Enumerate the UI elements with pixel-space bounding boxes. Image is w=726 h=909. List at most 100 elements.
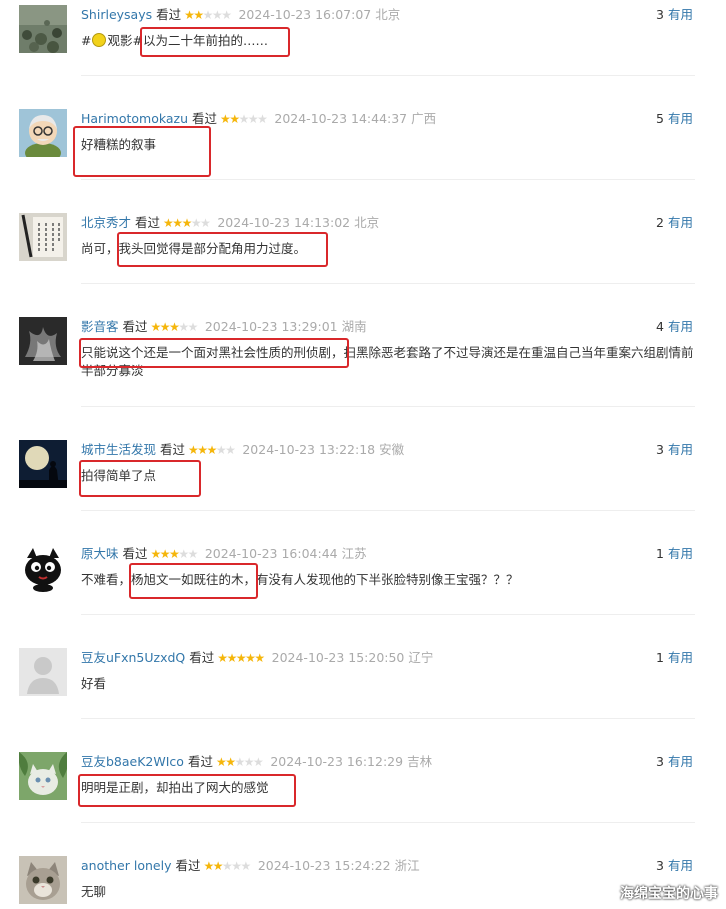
avatar[interactable] [19,544,67,592]
rating-stars: ★ ★ ★ ★ ★ [217,649,265,667]
useful-vote-button[interactable]: 3 有用 [656,753,693,771]
star-empty-icon: ★ [231,859,242,873]
username-link[interactable]: 豆友b8aeK2WIco [81,753,184,771]
star-filled-icon: ★ [197,443,208,457]
smoke-art-icon [19,317,67,365]
comment-meta: 影音客 看过 ★ ★ ★ ★ ★ 2024-10-23 13:29:01 湖南 [81,318,367,336]
comment-time: 2024-10-23 14:13:02 [217,215,351,230]
vote-count: 1 [656,546,664,561]
star-empty-icon: ★ [240,859,252,873]
star-filled-icon: ★ [159,320,171,334]
content-prefix: # [81,33,92,48]
useful-label: 有用 [667,546,693,561]
watch-status: 看过 [189,650,215,665]
vote-count: 3 [656,7,664,22]
star-filled-icon: ★ [254,651,265,665]
highlight-box [73,126,211,177]
comment-location: 安徽 [379,442,405,457]
vote-count: 4 [656,319,664,334]
avatar[interactable] [19,856,67,904]
avatar[interactable] [19,213,67,261]
avatar[interactable] [19,109,67,157]
useful-vote-button[interactable]: 3 有用 [656,441,693,459]
star-empty-icon: ★ [243,755,255,769]
star-empty-icon: ★ [187,547,199,561]
comment-time: 2024-10-23 15:24:22 [257,858,391,873]
watch-status: 看过 [122,319,148,334]
watch-status: 看过 [135,215,161,230]
useful-vote-button[interactable]: 1 有用 [656,545,693,563]
useful-label: 有用 [667,754,693,769]
username-link[interactable]: 豆友uFxn5UzxdQ [81,649,185,667]
username-link[interactable]: Shirleysays [81,6,152,24]
comment-content: 好看 [81,675,696,693]
username-link[interactable]: 城市生活发现 [81,441,156,459]
star-empty-icon: ★ [222,859,233,873]
star-empty-icon: ★ [234,755,246,769]
useful-label: 有用 [667,442,693,457]
useful-vote-button[interactable]: 3 有用 [656,857,693,875]
vote-count: 3 [656,754,664,769]
star-filled-icon: ★ [245,651,256,665]
avatar[interactable] [19,648,67,696]
watch-status: 看过 [122,546,148,561]
star-filled-icon: ★ [229,112,240,126]
username-link[interactable]: 影音客 [81,318,119,336]
watch-status: 看过 [175,858,201,873]
highlight-box [140,27,290,57]
star-empty-icon: ★ [178,320,189,334]
comment-time: 2024-10-23 15:20:50 [271,650,405,665]
avatar[interactable] [19,5,67,53]
star-empty-icon: ★ [200,216,211,230]
username-link[interactable]: 原大味 [81,545,119,563]
star-filled-icon: ★ [169,320,180,334]
comment-meta: 原大味 看过 ★ ★ ★ ★ ★ 2024-10-23 16:04:44 江苏 [81,545,367,563]
comment-time: 2024-10-23 13:29:01 [204,319,338,334]
highlight-box [79,460,201,497]
star-filled-icon: ★ [220,112,231,126]
swamp-photo-icon [19,5,67,53]
username-link[interactable]: 北京秀才 [81,214,131,232]
useful-vote-button[interactable]: 5 有用 [656,110,693,128]
highlight-box [79,338,349,368]
highlight-box [78,774,296,807]
comment-time: 2024-10-23 13:22:18 [242,442,376,457]
avatar[interactable] [19,317,67,365]
star-empty-icon: ★ [202,8,214,22]
useful-vote-button[interactable]: 3 有用 [656,6,693,24]
star-filled-icon: ★ [212,859,224,873]
username-link[interactable]: another lonely [81,857,171,875]
comment-location: 江苏 [341,546,367,561]
useful-label: 有用 [667,858,693,873]
rating-stars: ★ ★ ★ ★ ★ [220,110,268,128]
avatar[interactable] [19,440,67,488]
default-user-icon [19,648,67,696]
divider [81,179,695,180]
useful-vote-button[interactable]: 4 有用 [656,318,693,336]
divider [81,718,695,719]
useful-vote-button[interactable]: 2 有用 [656,214,693,232]
useful-vote-button[interactable]: 1 有用 [656,649,693,667]
watch-status: 看过 [187,754,213,769]
comment-location: 湖南 [341,319,367,334]
watermark: 海绵宝宝的心事 [620,886,718,902]
star-empty-icon: ★ [211,8,223,22]
star-filled-icon: ★ [203,859,214,873]
cat-with-leaves-icon [19,752,67,800]
rating-stars: ★ ★ ★ ★ ★ [163,214,211,232]
comment-location: 浙江 [394,858,420,873]
highlight-box [129,563,258,599]
content-prefix: 不难看， [81,572,132,587]
star-empty-icon: ★ [247,112,259,126]
cartoon-elder-icon [19,109,67,157]
star-empty-icon: ★ [187,320,199,334]
comment-location: 北京 [354,215,380,230]
comment-meta: 北京秀才 看过 ★ ★ ★ ★ ★ 2024-10-23 14:13:02 北京 [81,214,379,232]
vote-count: 1 [656,650,664,665]
avatar[interactable] [19,752,67,800]
comment-meta: 豆友b8aeK2WIco 看过 ★ ★ ★ ★ ★ 2024-10-23 16:12:2… [81,753,432,771]
star-filled-icon: ★ [172,216,183,230]
comment-meta: another lonely 看过 ★ ★ ★ ★ ★ 2024-10-23 15:24… [81,857,420,875]
comment-time: 2024-10-23 16:12:29 [270,754,404,769]
useful-label: 有用 [667,111,693,126]
